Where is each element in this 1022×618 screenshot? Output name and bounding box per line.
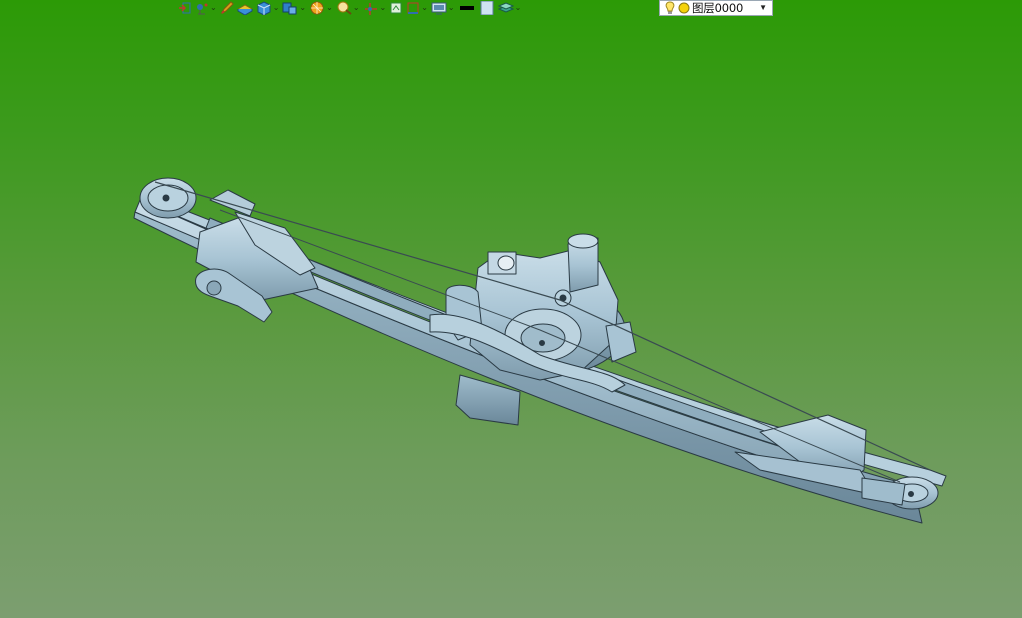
line-color-icon: [459, 6, 474, 10]
chevron-down-icon: ⌄: [299, 3, 307, 12]
surface-icon: [236, 4, 253, 15]
chevron-down-icon: ⌄: [421, 3, 428, 12]
assembly-button[interactable]: ⌄: [282, 1, 306, 15]
sketch-button[interactable]: [220, 1, 234, 15]
fill-color-button[interactable]: [479, 1, 495, 15]
yellow-circle-icon[interactable]: [678, 2, 690, 14]
solid-button[interactable]: ⌄: [256, 1, 280, 15]
chevron-down-icon: ⌄: [272, 3, 280, 12]
window-regulator-model[interactable]: [133, 177, 947, 524]
render-button[interactable]: ⌄: [309, 1, 333, 15]
axis-button[interactable]: ⌄: [363, 1, 387, 15]
motor-drum-pin: [539, 340, 545, 346]
top-toolbar: ⌄ ⌄ ⌄ ⌄ ⌄ ⌄ ⌄ ⌄ ⌄: [178, 0, 521, 16]
layer-name: 图层0000: [692, 1, 744, 15]
chevron-down-icon: ⌄: [447, 3, 455, 12]
left-pulley-pin: [162, 194, 170, 202]
3d-viewport[interactable]: [0, 0, 1022, 618]
layer-manager-button[interactable]: ⌄: [497, 1, 522, 15]
right-pulley-pin: [908, 491, 914, 497]
assembly-icon: [282, 2, 297, 15]
chevron-down-icon: ⌄: [210, 3, 217, 12]
point-button[interactable]: ⌄: [195, 1, 217, 15]
chevron-down-icon: ⌄: [379, 3, 387, 12]
point-icon: [197, 3, 208, 15]
left-clip-hole: [206, 280, 222, 296]
left-slider: [209, 189, 256, 217]
display-mode-icon: [431, 2, 447, 15]
render-sphere-icon: [310, 1, 324, 15]
chevron-down-icon: ⌄: [514, 3, 522, 12]
frame-icon: [407, 2, 419, 14]
import-button[interactable]: [178, 1, 192, 15]
chevron-down-icon: ⌄: [326, 3, 333, 12]
display-mode-button[interactable]: ⌄: [431, 1, 455, 15]
layer-selector[interactable]: 图层0000 ▼: [659, 0, 773, 16]
chevron-down-icon: ⌄: [352, 3, 360, 12]
solid-box-icon: [257, 1, 271, 15]
import-icon: [179, 2, 191, 14]
zoom-button[interactable]: ⌄: [336, 1, 360, 15]
pencil-icon: [220, 1, 234, 15]
snap-button[interactable]: [389, 1, 403, 15]
line-color-button[interactable]: [458, 1, 476, 15]
lightbulb-icon[interactable]: [664, 1, 676, 15]
dropdown-arrow-icon[interactable]: ▼: [759, 3, 767, 12]
snap-icon: [390, 2, 402, 14]
axis-icon: [364, 3, 377, 15]
layer-manager-icon: [497, 2, 514, 13]
frame-button[interactable]: ⌄: [406, 1, 428, 15]
motor-connector-socket: [497, 255, 515, 271]
fill-color-icon: [480, 1, 494, 15]
motor-cylinder-cap: [567, 233, 599, 249]
zoom-icon: [337, 1, 352, 15]
surface-button[interactable]: [236, 1, 253, 15]
